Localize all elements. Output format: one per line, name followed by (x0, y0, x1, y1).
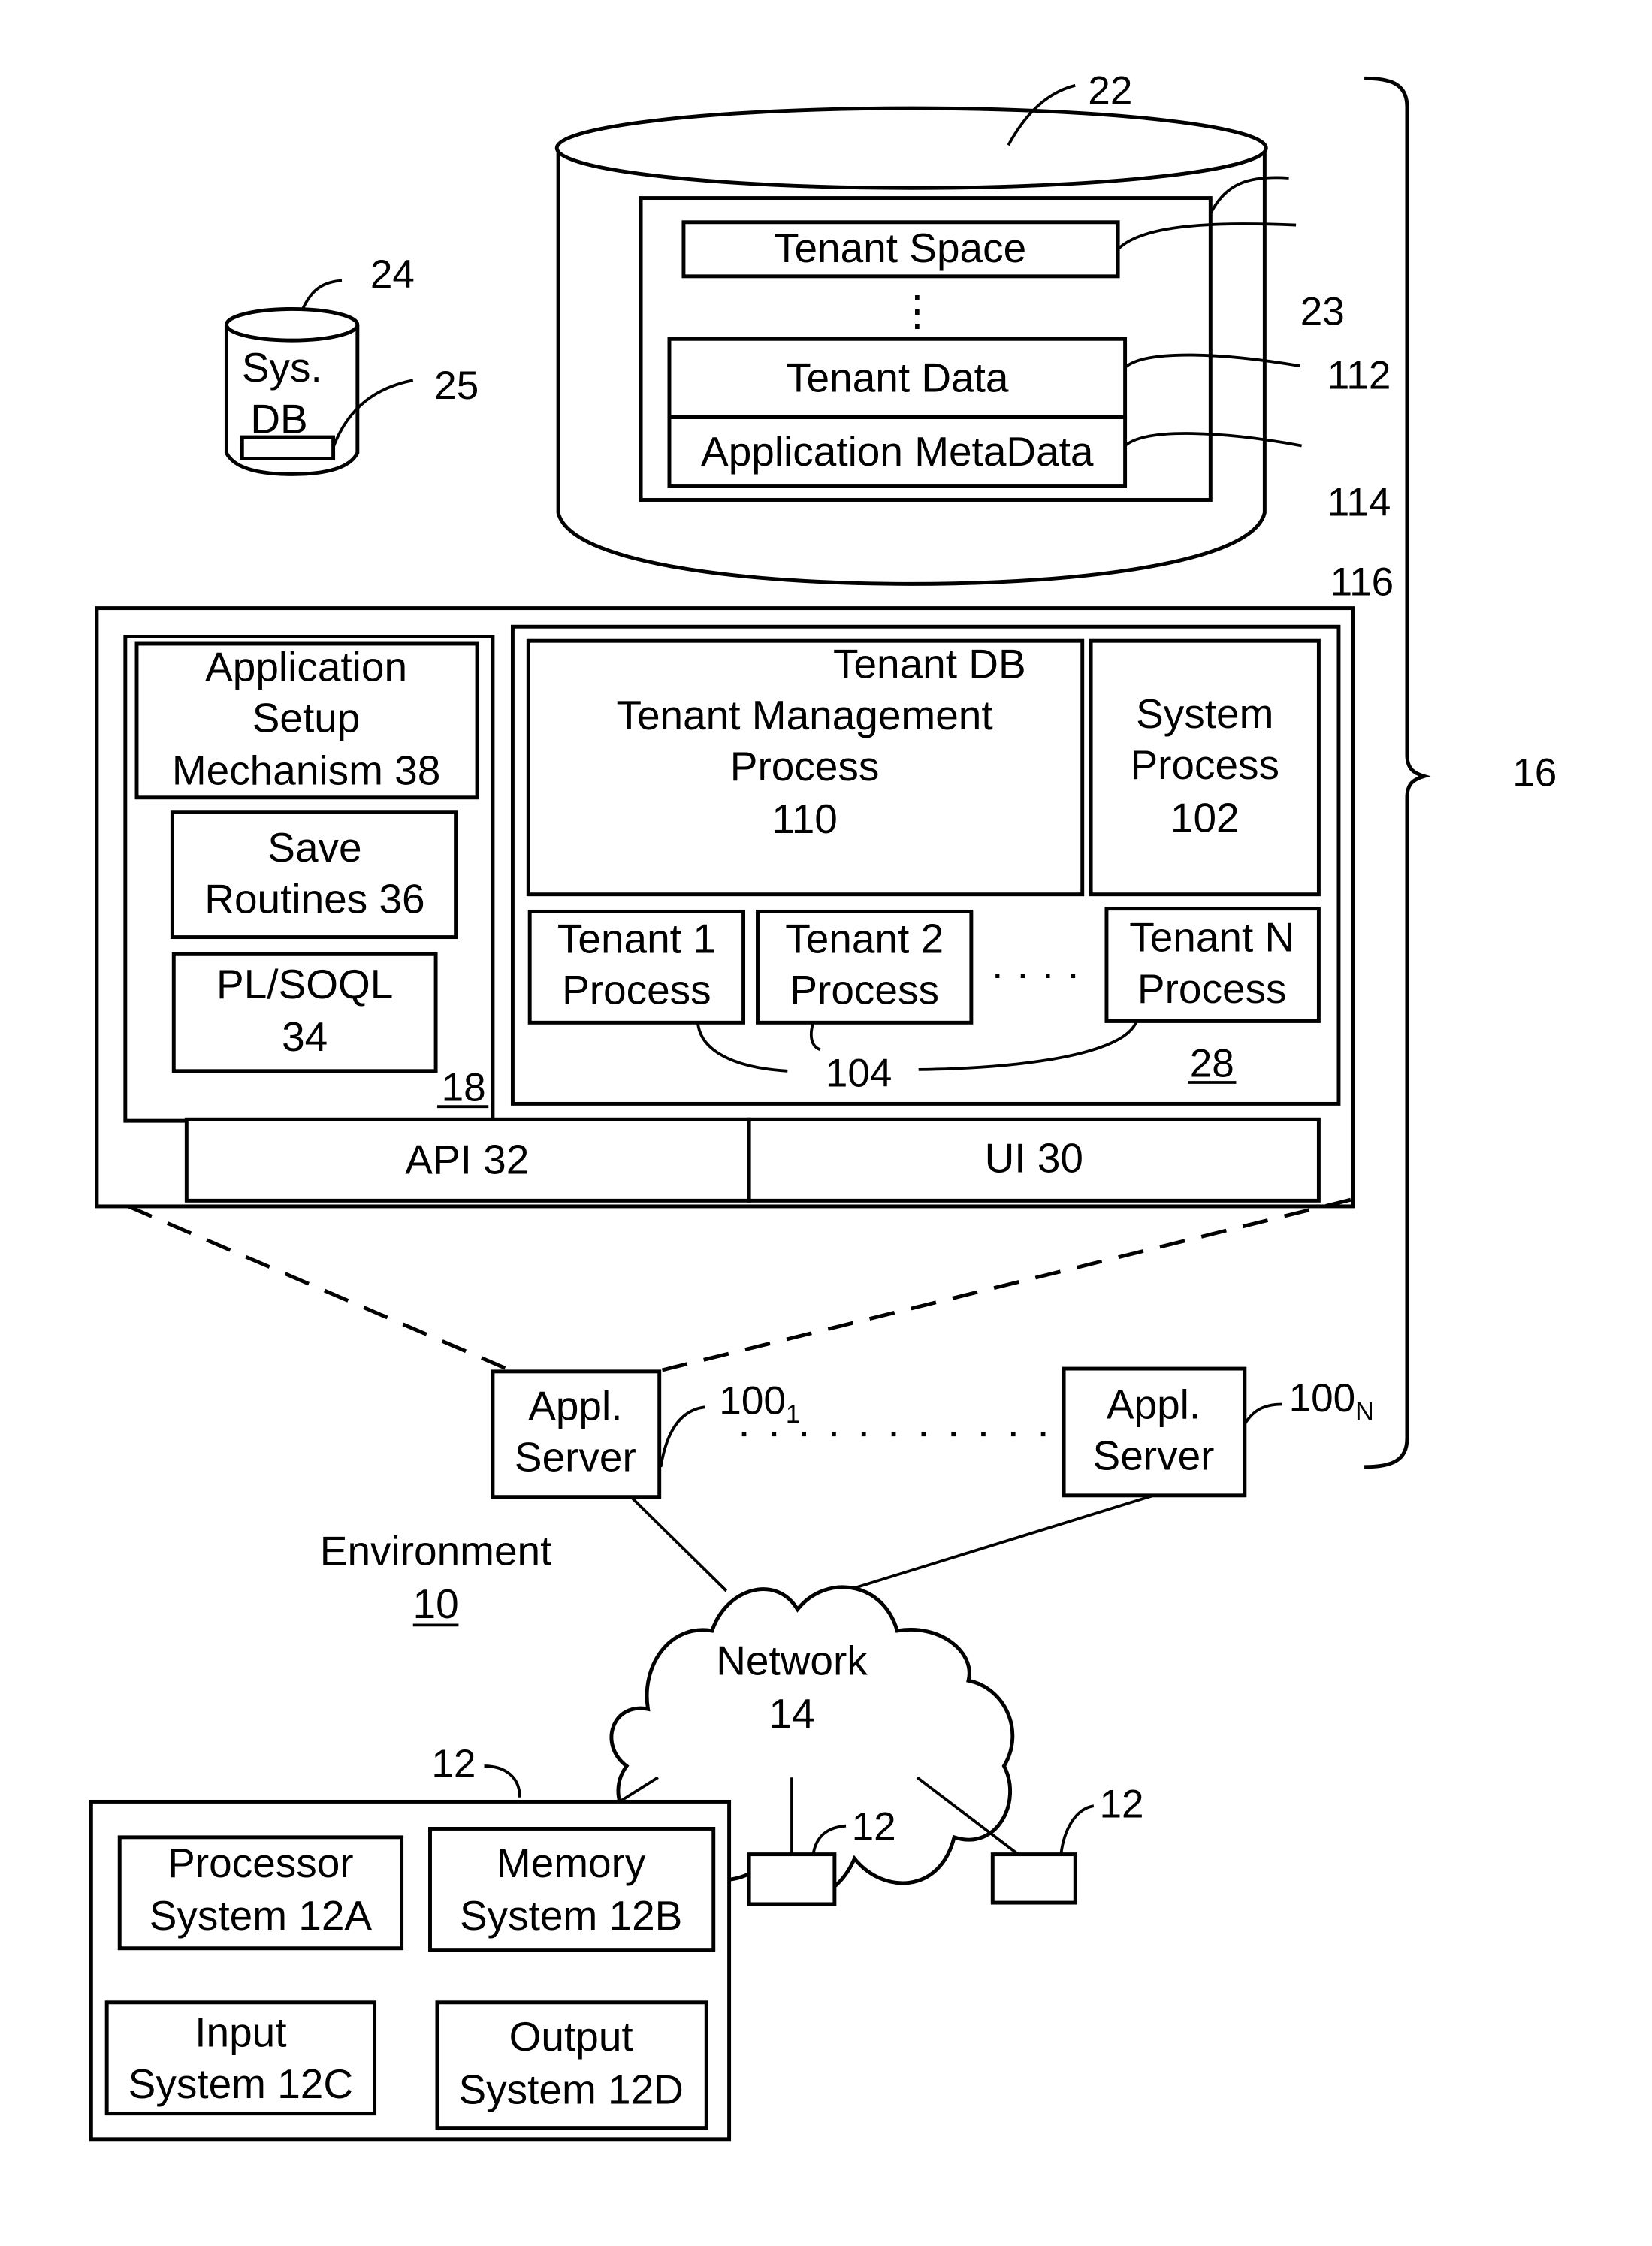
app-setup-line1: Application (205, 643, 407, 690)
ref-112: 112 (1327, 354, 1391, 398)
ref-16: 16 (1512, 751, 1557, 795)
tenant-data-label: Tenant Data (786, 354, 1009, 400)
processor-line1: Processor (168, 1840, 353, 1886)
expansion-line-right (661, 1197, 1354, 1372)
tenant-1-line1: Tenant 1 (557, 915, 716, 961)
ref-24: 24 (370, 252, 415, 297)
ref-25: 25 (434, 364, 479, 408)
app-server-1-line2: Server (515, 1434, 636, 1481)
system-16-brace: 16 (1364, 76, 1557, 1469)
ref-18: 18 (442, 1066, 486, 1110)
system-data-block (240, 435, 336, 460)
tenant-space-label: Tenant Space (774, 225, 1026, 271)
application-server-1: Appl. Server 1001 (491, 1369, 800, 1499)
network-label: Network (716, 1638, 868, 1684)
ref-23: 23 (1300, 289, 1345, 334)
ref-100-1: 1001 (719, 1379, 800, 1429)
system-database-cylinder: 24 Sys. DB 25 (224, 252, 479, 476)
user-system-small-2 (990, 1852, 1077, 1905)
user-system-small-1 (747, 1852, 837, 1906)
system-process-line1: System (1136, 690, 1273, 737)
plsoql-line2: 34 (282, 1013, 328, 1060)
application-server-n: Appl. Server 100N (1062, 1366, 1374, 1498)
input-line1: Input (195, 2009, 286, 2056)
ref-12-c: 12 (1099, 1782, 1143, 1826)
expansion-line-left (127, 1204, 511, 1372)
tenant-n-line2: Process (1137, 965, 1287, 1012)
tenant-database-cylinder: 22 Tenant Space ⋮ Tenant Data Applicatio… (554, 68, 1394, 605)
output-line2: System 12D (458, 2066, 683, 2112)
app-setup-line2: Setup (252, 695, 361, 741)
output-line1: Output (509, 2013, 633, 2060)
tenant-mgmt-line2: Tenant Management (616, 692, 992, 738)
save-routines-line2: Routines 36 (204, 875, 424, 922)
app-server-n-line1: Appl. (1107, 1381, 1200, 1427)
application-server-detail: Application Setup Mechanism 38 Save Rout… (95, 606, 1355, 1209)
app-server-n-line2: Server (1093, 1432, 1215, 1479)
tenant-2-line2: Process (790, 967, 939, 1013)
ui-label: UI 30 (985, 1134, 1083, 1181)
application-metadata-label: Application MetaData (701, 428, 1094, 475)
sys-db-label-line1: Sys. (242, 344, 322, 391)
memory-line2: System 12B (460, 1892, 682, 1939)
processor-line2: System 12A (149, 1892, 373, 1939)
sys-db-label-line2: DB (250, 395, 307, 442)
multi-tenant-environment-diagram: 22 Tenant Space ⋮ Tenant Data Applicatio… (89, 68, 1557, 2142)
ref-22: 22 (1088, 68, 1132, 113)
app-server-1-line1: Appl. (528, 1382, 622, 1429)
tenant-mgmt-line4: 110 (772, 795, 838, 842)
memory-line1: Memory (497, 1840, 646, 1886)
user-system-12: 12 Processor System 12A Memory System 12… (89, 1742, 732, 2142)
tenant-mgmt-line1: Tenant DB (833, 640, 1026, 687)
horizontal-ellipsis: · · · · (991, 949, 1080, 996)
ref-10: 10 (413, 1580, 459, 1627)
ref-12: 12 (431, 1742, 476, 1786)
save-routines-line1: Save (267, 824, 361, 871)
ref-116: 116 (1330, 560, 1394, 605)
tenant-1-line2: Process (562, 967, 711, 1013)
app-setup-line3: Mechanism 38 (172, 747, 440, 794)
ref-100-n: 100N (1289, 1376, 1374, 1426)
ref-114: 114 (1327, 480, 1391, 524)
tenant-2-line1: Tenant 2 (785, 915, 944, 961)
vertical-ellipsis: ⋮ (896, 287, 938, 334)
network-ref: 14 (769, 1690, 814, 1737)
ref-104: 104 (826, 1052, 892, 1096)
input-line2: System 12C (128, 2060, 353, 2107)
api-label: API 32 (405, 1136, 529, 1182)
ref-28: 28 (1190, 1041, 1234, 1085)
tenant-n-line1: Tenant N (1129, 914, 1294, 961)
ref-12-b: 12 (852, 1805, 896, 1849)
system-process-line2: Process (1130, 741, 1279, 788)
system-process-line3: 102 (1170, 794, 1240, 841)
environment-label: Environment (320, 1528, 552, 1574)
tenant-mgmt-line3: Process (730, 743, 880, 789)
plsoql-line1: PL/SOQL (216, 961, 393, 1007)
